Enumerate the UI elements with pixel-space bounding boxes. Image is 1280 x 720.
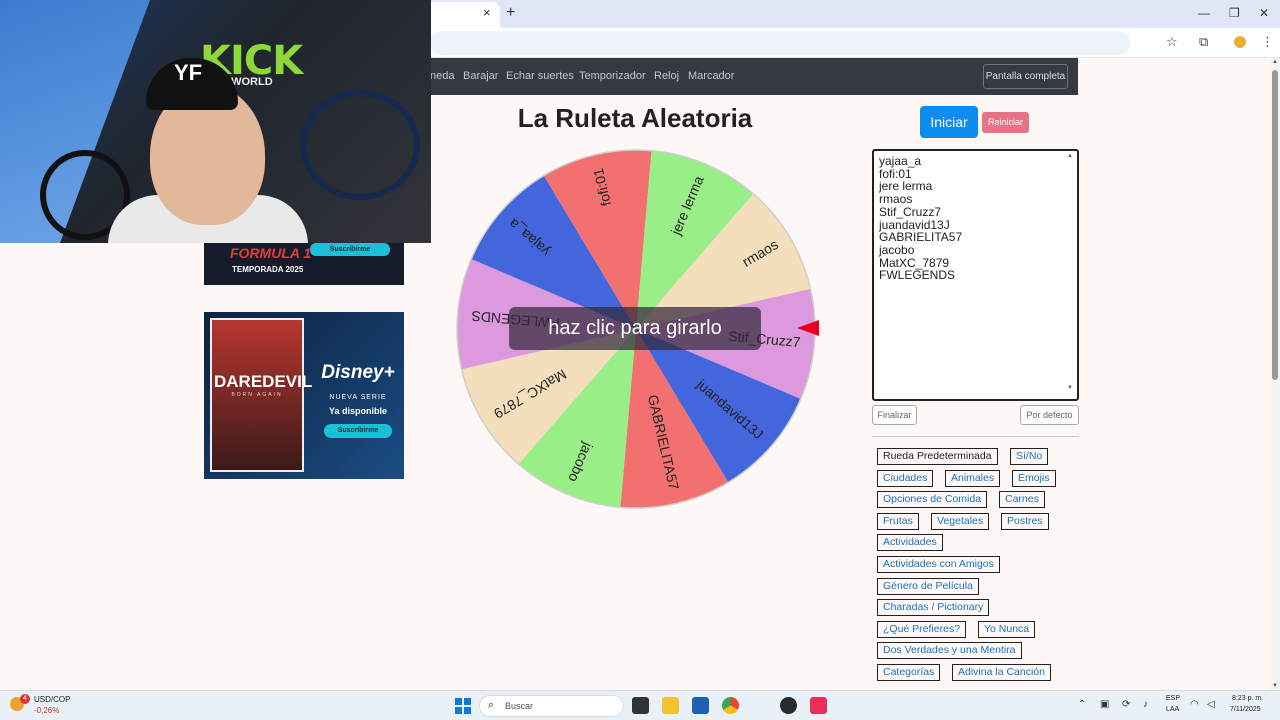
preset-button[interactable]: Adivina la Canción [952,664,1051,681]
page-scroll-down-icon[interactable]: ▼ [1272,683,1278,689]
stock-name[interactable]: USD/COP [34,695,70,704]
webcam-overlay: KICK ELIWORLD YF [0,0,431,243]
site-navbar: neda Barajar Echar suertes Temporizador … [420,58,1078,95]
name-entry: jacobo [879,242,915,257]
app-icon[interactable] [780,697,797,714]
fullscreen-button[interactable]: Pantalla completa [983,64,1068,89]
menu-icon[interactable]: ⋮ [1261,34,1274,50]
scroll-down-icon[interactable]: ▼ [1067,385,1073,391]
preset-button[interactable]: Opciones de Comida [877,491,987,509]
page-scrollbar[interactable]: ▲ ▼ [1270,58,1280,690]
names-textarea[interactable]: yajaa_a fofi:01 jere lerma rmaos Stif_Cruzz7… [872,149,1079,401]
preset-button[interactable]: Vegetales [931,512,989,530]
wifi-icon[interactable]: ◠ [1190,699,1199,710]
ad-brand: FORMULA 1 [230,245,312,261]
page-scroll-thumb[interactable] [1272,70,1278,380]
name-entry: Stif_Cruzz7 [879,204,942,219]
nav-item-marcador[interactable]: Marcador [688,70,734,82]
mic-icon[interactable]: ♪ [1143,699,1148,710]
store-icon[interactable] [692,697,709,714]
close-window-icon[interactable]: ✕ [1259,6,1269,20]
taskbar: 4 USD/COP -0,26% ⌕ Buscar ⌃ ▣ ⟳ ♪ ESP LA… [0,690,1280,720]
preset-button[interactable]: Postres [1001,512,1049,530]
clock-date[interactable]: 7/11/2025 [1230,706,1261,713]
page-scroll-up-icon[interactable]: ▲ [1272,59,1278,65]
file-explorer-icon[interactable] [662,697,679,714]
notification-badge: 4 [20,694,30,704]
ad-subscribe-button[interactable]: Suscribirme [310,243,390,256]
url-field[interactable] [430,31,1130,55]
new-tab-button[interactable]: + [506,4,515,22]
volume-icon[interactable]: ◁ [1207,699,1215,710]
ad-season: TEMPORADA 2025 [232,265,304,274]
spin-hint-button[interactable]: haz clic para girarlo [509,307,761,350]
poster-subtitle: BORN AGAIN [231,392,283,398]
bookmark-star-icon[interactable]: ☆ [1166,34,1178,50]
divider [872,436,1079,437]
task-view-icon[interactable] [632,697,649,714]
taskbar-search[interactable]: ⌕ Buscar [479,695,624,717]
search-icon: ⌕ [488,699,495,711]
nav-item-rueda[interactable]: neda [430,70,454,82]
poster-title: DAREDEVIL [214,372,313,391]
tray-chevron-icon[interactable]: ⌃ [1078,699,1086,710]
disney-plus-logo: Disney+ [321,362,395,383]
restore-icon[interactable]: ❐ [1229,6,1240,20]
stock-change: -0,26% [34,706,60,715]
preset-button[interactable]: Rueda Predeterminada [877,448,998,465]
layout-code[interactable]: LAA [1166,706,1179,713]
preset-button[interactable]: Actividades con Amigos [877,556,1000,573]
tray-app-icon[interactable]: ▣ [1100,699,1109,710]
preset-button[interactable]: Charadas / Pictionary [877,599,989,617]
page-title: La Ruleta Aleatoria [517,103,753,133]
preset-button[interactable]: Sí/No [1010,448,1048,465]
start-button[interactable]: Iniciar [920,106,978,138]
default-button[interactable]: Por defecto [1020,405,1079,425]
preset-button[interactable]: Carnes [999,491,1045,509]
preset-button[interactable]: ¿Qué Prefieres? [877,620,966,638]
name-entry: yajaa_a [879,154,922,168]
preset-button[interactable]: Género de Película [877,577,979,595]
sync-icon[interactable]: ⟳ [1122,699,1130,710]
tiktok-icon[interactable] [810,697,827,714]
disney-ad[interactable]: DAREDEVIL BORN AGAIN Disney+ NUEVA SERIE… [204,312,404,479]
search-placeholder: Buscar [505,701,534,711]
tab-close-icon[interactable]: × [483,5,491,20]
finish-button[interactable]: Finalizar [872,405,917,425]
preset-button[interactable]: Ciudades [877,469,933,487]
preset-button[interactable]: Animales [945,469,1000,487]
nav-item-echar-suertes[interactable]: Echar suertes [506,70,574,82]
ad-line2: Ya disponible [328,406,387,416]
ad-subscribe-button[interactable]: Suscribirme [324,424,392,438]
reset-button[interactable]: Reiniciar [982,112,1029,133]
motorcycle-wheel [300,90,420,200]
extensions-icon[interactable]: ⧉ [1199,34,1208,50]
clock-time[interactable]: 8:23 p. m. [1232,695,1263,702]
nav-item-reloj[interactable]: Reloj [654,70,679,82]
chrome-icon[interactable] [722,697,739,714]
preset-button[interactable]: Categorías [877,664,940,681]
preset-button[interactable]: Emojis [1012,469,1056,487]
nav-item-barajar[interactable]: Barajar [463,70,498,82]
name-entry: rmaos [879,192,913,207]
cap-logo: YF [174,60,203,85]
language-code[interactable]: ESP [1166,695,1180,702]
names-list: yajaa_a fofi:01 jere lerma rmaos Stif_Cruzz7… [879,155,1072,282]
name-entry: FWLEGENDS [879,268,956,283]
preset-button[interactable]: Dos Verdades y una Mentira [877,642,1022,660]
profile-icon[interactable] [1234,36,1246,48]
minimize-icon[interactable]: — [1198,6,1210,20]
names-scrollbar[interactable]: ▲ ▼ [1067,153,1075,397]
formula1-ad[interactable]: FORMULA 1 TEMPORADA 2025 Suscribirme [204,243,404,285]
wheel-pointer-icon [797,320,819,336]
ad-line1: NUEVA SERIE [329,394,387,401]
windows-start-icon[interactable] [455,698,471,714]
preset-button[interactable]: Frutas [877,512,919,530]
preset-button[interactable]: Yo Nunca [978,620,1035,638]
preset-button[interactable]: Actividades [877,534,943,552]
nav-item-temporizador[interactable]: Temporizador [579,70,646,82]
scroll-up-icon[interactable]: ▲ [1067,153,1073,159]
